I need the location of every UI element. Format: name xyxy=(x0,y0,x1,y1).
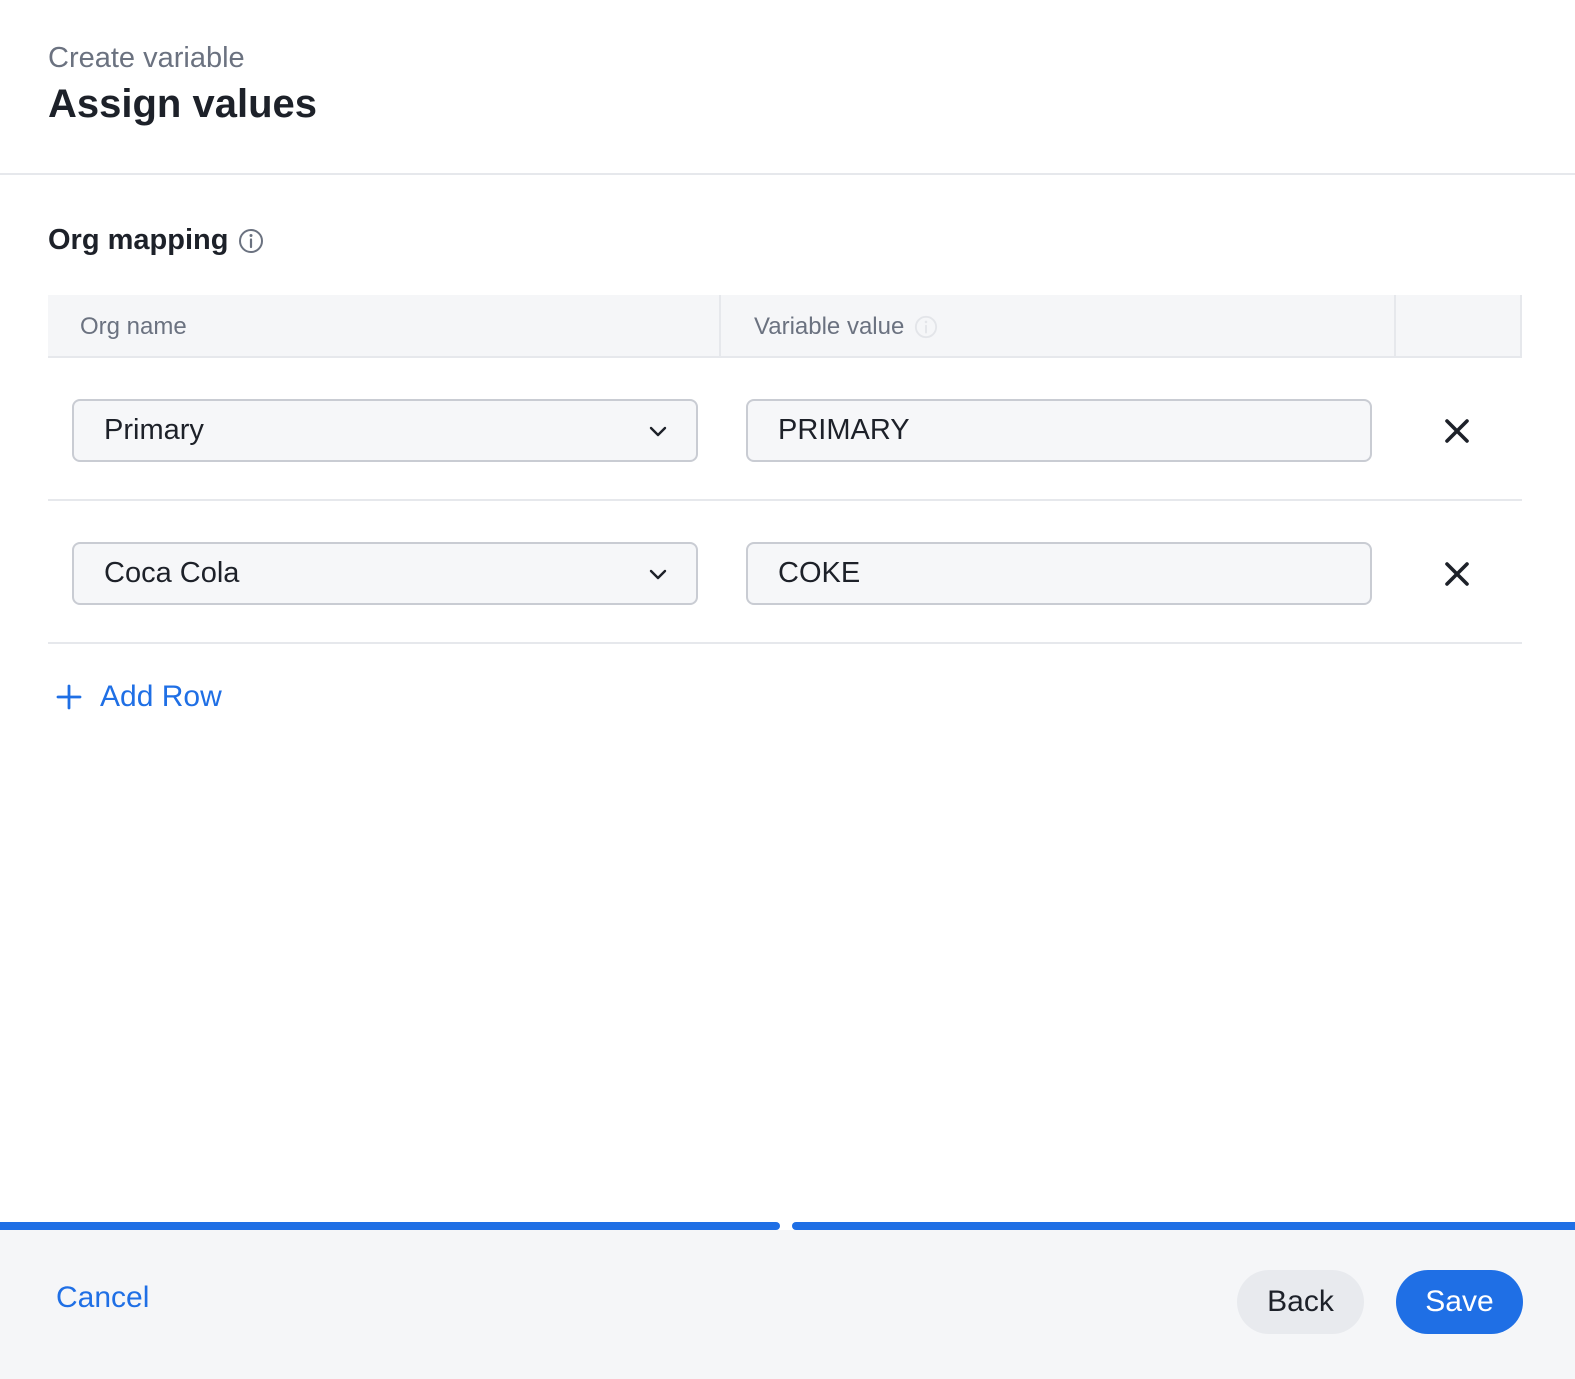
column-header-label: Org name xyxy=(80,312,187,340)
variable-value-input[interactable]: COKE xyxy=(746,542,1372,605)
org-name-select[interactable]: Coca Cola xyxy=(72,542,698,605)
cancel-button[interactable]: Cancel xyxy=(56,1281,149,1315)
section-title: Org mapping xyxy=(48,224,229,256)
close-icon[interactable] xyxy=(1440,557,1474,591)
chevron-down-icon xyxy=(649,569,667,580)
column-header-actions xyxy=(1396,295,1522,358)
save-button[interactable]: Save xyxy=(1396,1270,1523,1334)
table-header: Org name Variable value xyxy=(48,295,1522,358)
add-row-button[interactable]: Add Row xyxy=(56,680,222,714)
dialog-header: Create variable Assign values xyxy=(0,0,1575,175)
variable-value-input[interactable]: PRIMARY xyxy=(746,399,1372,462)
chevron-down-icon xyxy=(649,426,667,437)
progress-step-2 xyxy=(792,1222,1575,1230)
dialog-title: Assign values xyxy=(48,82,318,126)
table-row: Primary PRIMARY xyxy=(48,358,1522,501)
variable-value: COKE xyxy=(778,557,861,589)
column-header-org-name: Org name xyxy=(48,295,721,358)
org-name-value: Primary xyxy=(104,414,204,446)
org-mapping-table: Org name Variable value Primary PRIMARY xyxy=(48,295,1522,644)
table-row: Coca Cola COKE xyxy=(48,501,1522,644)
close-icon[interactable] xyxy=(1440,414,1474,448)
back-button[interactable]: Back xyxy=(1237,1270,1364,1334)
info-circle-icon[interactable] xyxy=(914,315,938,339)
plus-icon xyxy=(56,684,82,710)
org-name-value: Coca Cola xyxy=(104,557,240,589)
dialog-subtitle: Create variable xyxy=(48,42,245,74)
variable-value: PRIMARY xyxy=(778,414,910,446)
info-circle-icon[interactable] xyxy=(238,228,264,254)
column-header-label: Variable value xyxy=(754,312,905,340)
progress-step-1 xyxy=(0,1222,780,1230)
section-heading: Org mapping xyxy=(48,224,264,257)
add-row-label: Add Row xyxy=(100,680,222,713)
org-name-select[interactable]: Primary xyxy=(72,399,698,462)
dialog-footer: Cancel Back Save xyxy=(0,1230,1575,1379)
column-header-variable-value: Variable value xyxy=(721,295,1396,358)
